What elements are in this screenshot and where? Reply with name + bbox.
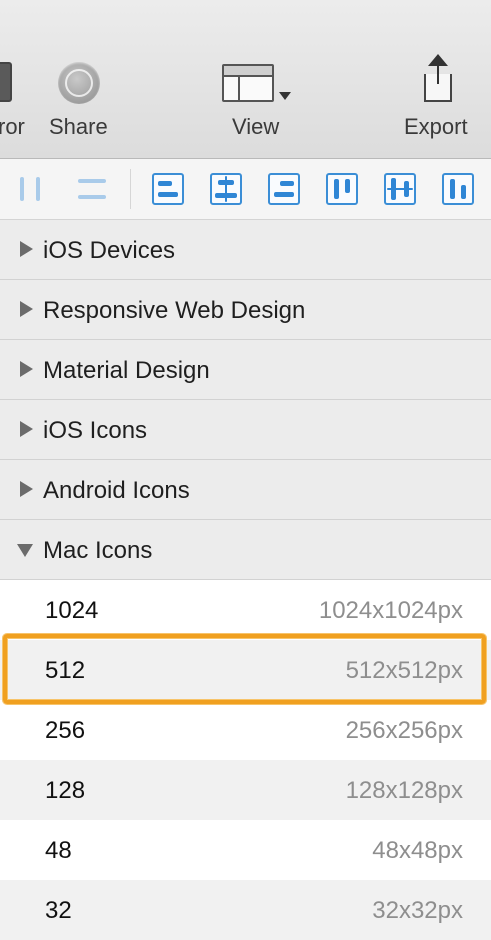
align-hcenter-icon-axis <box>225 176 227 202</box>
align-right-button[interactable] <box>268 173 300 205</box>
align-top-icon-bar <box>334 179 339 199</box>
export-label: Export <box>404 114 468 139</box>
list-item-512[interactable]: 512 512x512px <box>0 640 491 700</box>
section-mac-icons[interactable]: Mac Icons <box>0 520 491 580</box>
item-name: 1024 <box>45 597 99 624</box>
mirror-label: ror <box>0 114 25 139</box>
item-name: 256 <box>45 717 86 744</box>
list-item-128[interactable]: 128 128x128px <box>0 760 491 820</box>
disclosure-triangle-icon <box>20 361 33 377</box>
distribute-horizontal-icon-bar <box>36 177 40 201</box>
align-vertical-center-button[interactable] <box>384 173 416 205</box>
chevron-down-icon <box>279 92 291 100</box>
share-icon <box>58 62 100 104</box>
export-button[interactable]: Export <box>396 0 491 158</box>
align-bottom-icon <box>442 173 474 205</box>
disclosure-triangle-open-icon <box>17 544 33 557</box>
item-size: 512x512px <box>345 657 463 684</box>
distribute-horizontal-icon <box>20 177 24 201</box>
align-top-icon-bar <box>345 179 350 193</box>
section-label: Android Icons <box>43 477 190 504</box>
share-label: Share <box>49 114 108 139</box>
section-label: Responsive Web Design <box>43 297 306 324</box>
distribute-horizontal-button[interactable] <box>14 173 46 205</box>
item-size: 256x256px <box>345 717 463 744</box>
view-icon <box>222 64 274 102</box>
align-left-icon-bar <box>158 192 178 197</box>
align-bottom-button[interactable] <box>442 173 474 205</box>
section-label: Material Design <box>43 357 210 384</box>
section-responsive-web-design[interactable]: Responsive Web Design <box>0 280 491 340</box>
item-name: 48 <box>45 837 72 864</box>
share-button[interactable]: Share <box>44 0 116 158</box>
distribute-vertical-icon <box>78 179 106 183</box>
section-ios-devices[interactable]: iOS Devices <box>0 220 491 280</box>
divider <box>130 169 131 209</box>
item-size: 48x48px <box>372 837 463 864</box>
toolbar: ror Share View Export <box>0 0 491 159</box>
align-right-icon-bar <box>274 192 294 197</box>
align-left-button[interactable] <box>152 173 184 205</box>
section-label: iOS Devices <box>43 237 176 264</box>
list-item-1024[interactable]: 1024 1024x1024px <box>0 580 491 640</box>
view-label: View <box>232 114 280 139</box>
section-label: Mac Icons <box>43 537 153 564</box>
item-size: 32x32px <box>372 897 463 924</box>
mirror-icon <box>0 62 12 102</box>
item-name: 128 <box>45 777 86 804</box>
align-left-icon <box>152 173 184 205</box>
align-top-icon <box>326 173 358 205</box>
align-bottom-icon-bar <box>461 185 466 199</box>
list-item-48[interactable]: 48 48x48px <box>0 820 491 880</box>
align-vcenter-icon-axis <box>387 188 413 190</box>
align-right-icon <box>268 173 300 205</box>
distribute-vertical-icon-bar <box>78 195 106 199</box>
export-tray-icon <box>424 56 452 102</box>
section-label: iOS Icons <box>43 417 148 444</box>
disclosure-triangle-icon <box>20 481 33 497</box>
align-bottom-icon-bar <box>450 179 455 199</box>
item-size: 1024x1024px <box>318 597 463 624</box>
mirror-button[interactable]: ror <box>0 0 40 158</box>
disclosure-triangle-icon <box>20 301 33 317</box>
item-size: 128x128px <box>345 777 463 804</box>
align-left-icon-bar <box>158 181 172 186</box>
item-name: 512 <box>45 657 86 684</box>
list-item-256[interactable]: 256 256x256px <box>0 700 491 760</box>
section-android-icons[interactable]: Android Icons <box>0 460 491 520</box>
section-ios-icons[interactable]: iOS Icons <box>0 400 491 460</box>
view-button[interactable]: View <box>210 0 300 158</box>
alignment-bar <box>0 159 491 220</box>
align-horizontal-center-button[interactable] <box>210 173 242 205</box>
disclosure-triangle-icon <box>20 241 33 257</box>
disclosure-triangle-icon <box>20 421 33 437</box>
section-material-design[interactable]: Material Design <box>0 340 491 400</box>
align-top-button[interactable] <box>326 173 358 205</box>
distribute-vertical-button[interactable] <box>74 173 110 205</box>
align-right-icon-bar <box>280 181 294 186</box>
list-item-32[interactable]: 32 32x32px <box>0 880 491 940</box>
item-name: 32 <box>45 897 72 924</box>
